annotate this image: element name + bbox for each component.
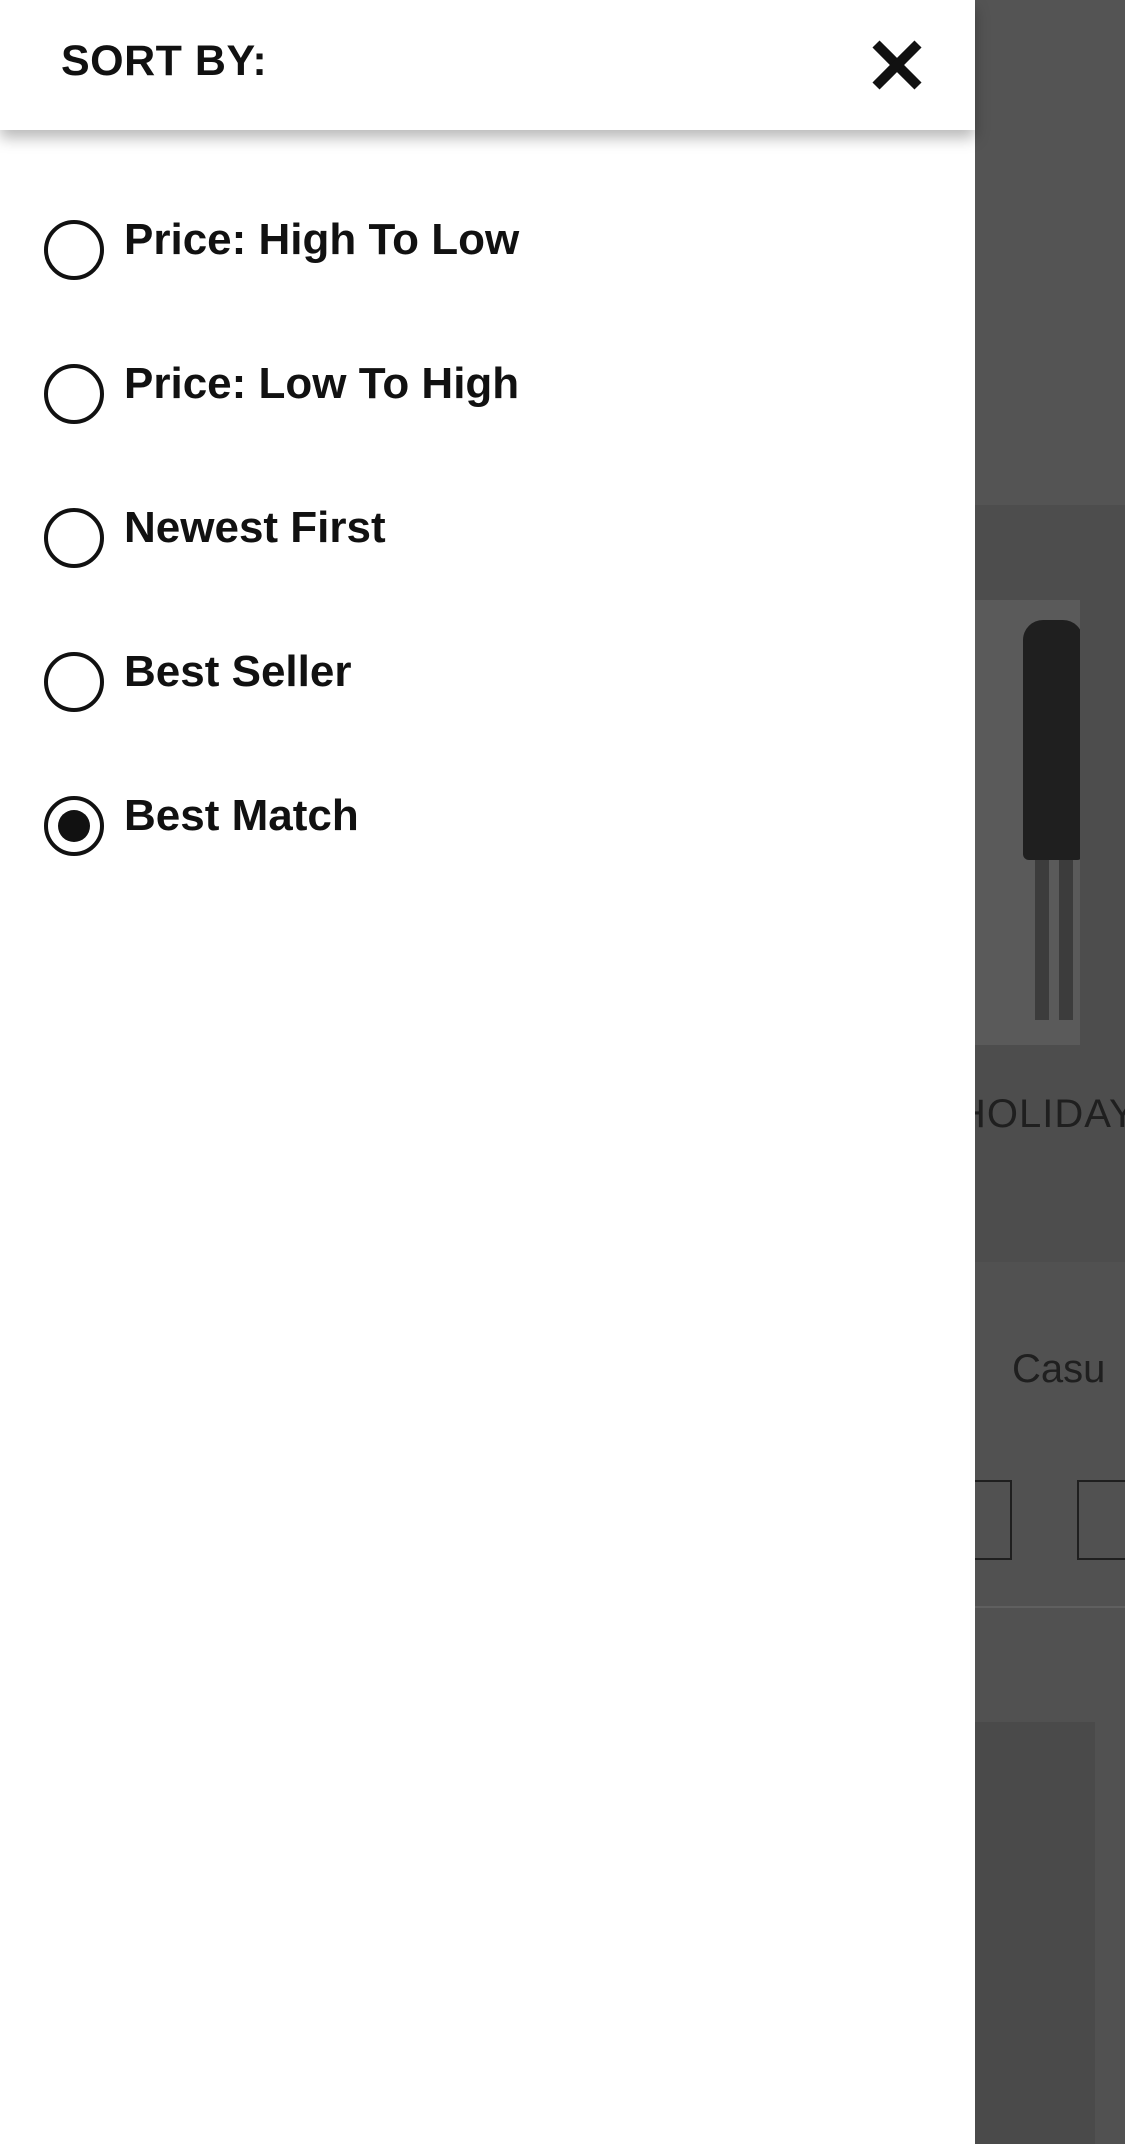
background-size-box xyxy=(1077,1480,1125,1560)
radio-button[interactable] xyxy=(44,364,104,424)
radio-button[interactable] xyxy=(44,652,104,712)
dress-image-leg xyxy=(1035,860,1049,1020)
sort-option-label: Price: Low To High xyxy=(124,359,520,408)
sort-option-price-high-to-low[interactable]: Price: High To Low xyxy=(0,175,975,319)
sort-drawer: SORT BY: Price: High To Low Price: Low T… xyxy=(0,0,975,2144)
background-product-image xyxy=(975,600,1080,1045)
sort-option-best-match[interactable]: Best Match xyxy=(0,751,975,895)
sort-option-best-seller[interactable]: Best Seller xyxy=(0,607,975,751)
sort-option-newest-first[interactable]: Newest First xyxy=(0,463,975,607)
background-product-title: HOLIDAY xyxy=(975,1092,1125,1136)
sort-drawer-header: SORT BY: xyxy=(0,0,975,130)
close-icon xyxy=(872,40,922,90)
background-banner xyxy=(975,0,1125,505)
sort-options-list: Price: High To Low Price: Low To High Ne… xyxy=(0,175,975,895)
background-product-card xyxy=(975,1722,1095,2144)
sort-option-label: Best Seller xyxy=(124,647,352,696)
radio-button[interactable] xyxy=(44,508,104,568)
background-category-label: Casu xyxy=(1012,1347,1106,1391)
sort-drawer-title: SORT BY: xyxy=(61,37,268,85)
radio-button[interactable] xyxy=(44,220,104,280)
sort-option-label: Best Match xyxy=(124,791,359,840)
sort-option-label: Newest First xyxy=(124,503,386,552)
dress-image-leg xyxy=(1059,860,1073,1020)
dress-image xyxy=(1023,620,1080,860)
sort-option-price-low-to-high[interactable]: Price: Low To High xyxy=(0,319,975,463)
screen: HOLIDAY Casu SORT BY: Price: High To Low xyxy=(0,0,1125,2144)
background-divider xyxy=(975,1606,1125,1608)
radio-button-selected[interactable] xyxy=(44,796,104,856)
sort-option-label: Price: High To Low xyxy=(124,215,520,264)
close-button[interactable] xyxy=(862,30,932,100)
